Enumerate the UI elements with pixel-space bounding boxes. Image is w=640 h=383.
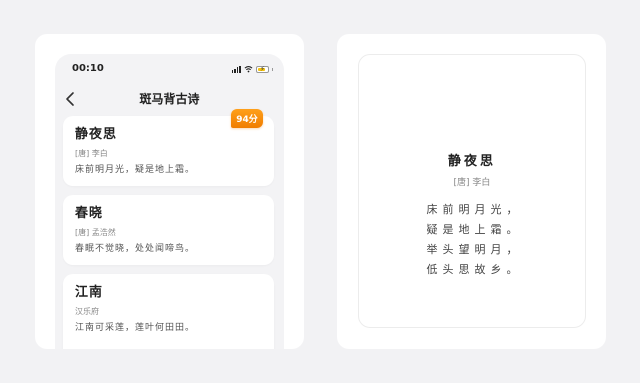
preview-verses: 床前明月光， 疑是地上霜。 举头望明月， 低头思故乡。 [359, 200, 585, 280]
wifi-icon [244, 65, 253, 73]
poem-title: 静夜思 [75, 127, 118, 142]
battery-icon: ⚡ [256, 65, 269, 73]
status-icons: ⚡ [231, 65, 273, 73]
poem-title: 春晓 [75, 206, 104, 221]
page-title: 斑马背古诗 [139, 92, 200, 106]
battery-tip [272, 67, 273, 71]
verse-line: 床前明月光， [426, 203, 523, 216]
preview-title: 静夜思 [447, 154, 496, 169]
signal-icon [231, 65, 241, 73]
verse-line: 低头思故乡。 [426, 263, 523, 276]
poem-preview-card: 静夜思 [唐] 李白 床前明月光， 疑是地上霜。 举头望明月， 低头思故乡。 [358, 54, 586, 328]
poem-author: [唐] 李白 [75, 149, 108, 158]
preview-author: [唐] 李白 [453, 178, 491, 188]
poem-list-panel: 00:10 ⚡ 斑马背古诗 静夜思 [唐] 李白 床前明月光，疑是地上霜。 春晓… [35, 34, 304, 349]
poem-card[interactable]: 春晓 [唐] 孟浩然 春眠不觉晓，处处闻啼鸟。 [63, 195, 274, 265]
poem-author: [唐] 孟浩然 [75, 228, 116, 237]
poem-card[interactable]: 江南 汉乐府 江南可采莲，莲叶何田田。 [63, 274, 274, 349]
poem-excerpt: 床前明月光，疑是地上霜。 [75, 165, 196, 175]
score-badge: 94分 [231, 109, 263, 128]
phone-screen: 00:10 ⚡ 斑马背古诗 静夜思 [唐] 李白 床前明月光，疑是地上霜。 春晓… [55, 54, 284, 349]
status-time: 00:10 [72, 63, 104, 74]
poem-excerpt: 江南可采莲，莲叶何田田。 [75, 323, 196, 333]
poem-preview-panel: 静夜思 [唐] 李白 床前明月光， 疑是地上霜。 举头望明月， 低头思故乡。 [337, 34, 606, 349]
status-bar: 00:10 ⚡ [55, 54, 284, 84]
verse-line: 举头望明月， [426, 243, 523, 256]
poem-author: 汉乐府 [75, 307, 99, 316]
poem-excerpt: 春眠不觉晓，处处闻啼鸟。 [75, 244, 196, 254]
poem-title: 江南 [75, 285, 104, 300]
verse-line: 疑是地上霜。 [426, 223, 523, 236]
